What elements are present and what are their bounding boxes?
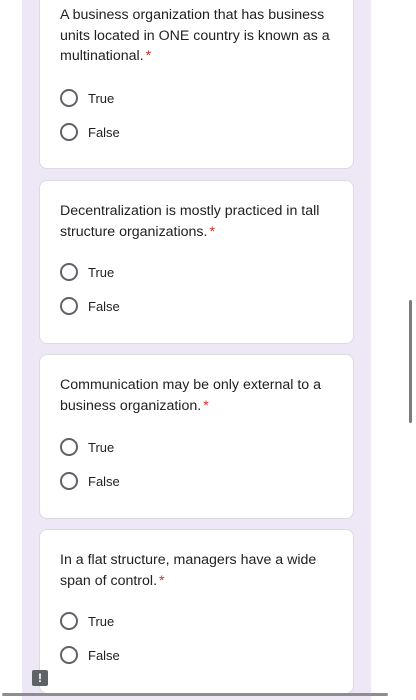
question-card-3: Communication may be only external to a … — [39, 354, 354, 519]
option-label: True — [88, 613, 115, 629]
option-true[interactable]: True — [60, 87, 114, 109]
required-asterisk: * — [203, 397, 209, 414]
home-indicator-bar — [2, 693, 388, 696]
option-label: True — [88, 439, 115, 455]
radio-button[interactable] — [60, 89, 78, 107]
option-true[interactable]: True — [60, 610, 114, 632]
required-asterisk: * — [145, 48, 152, 64]
question-text: Communication may be only external to a … — [60, 375, 332, 416]
question-label: A business organization that has busines… — [60, 7, 330, 64]
question-text: In a flat structure, managers have a wid… — [60, 550, 332, 591]
option-true[interactable]: True — [60, 261, 114, 283]
option-label: False — [88, 473, 120, 489]
question-card-1: A business organization that has busines… — [39, 0, 354, 169]
option-true[interactable]: True — [60, 436, 114, 458]
option-false[interactable]: False — [60, 121, 120, 143]
radio-button[interactable] — [60, 123, 78, 141]
radio-button[interactable] — [60, 612, 78, 630]
question-label: Communication may be only external to a … — [60, 377, 322, 414]
option-false[interactable]: False — [60, 295, 120, 317]
required-asterisk: * — [159, 572, 165, 589]
option-label: True — [88, 264, 115, 280]
radio-button[interactable] — [60, 438, 78, 456]
required-asterisk: * — [209, 223, 215, 240]
option-false[interactable]: False — [60, 470, 120, 492]
feedback-button[interactable]: ! — [32, 670, 48, 686]
option-label: False — [88, 124, 120, 140]
question-text: Decentralization is mostly practiced in … — [60, 201, 332, 242]
question-text: A business organization that has busines… — [60, 5, 332, 67]
radio-button[interactable] — [60, 297, 78, 315]
option-label: False — [88, 298, 120, 314]
question-label: Decentralization is mostly practiced in … — [60, 203, 320, 240]
exclamation-icon: ! — [38, 671, 42, 685]
option-label: True — [88, 90, 115, 106]
question-card-4: In a flat structure, managers have a wid… — [39, 529, 354, 694]
question-label: In a flat structure, managers have a wid… — [60, 552, 317, 589]
vertical-scrollbar[interactable] — [409, 300, 412, 423]
question-card-2: Decentralization is mostly practiced in … — [39, 180, 354, 344]
option-label: False — [88, 647, 120, 663]
radio-button[interactable] — [60, 646, 78, 664]
radio-button[interactable] — [60, 263, 78, 281]
option-false[interactable]: False — [60, 644, 120, 666]
radio-button[interactable] — [60, 472, 78, 490]
